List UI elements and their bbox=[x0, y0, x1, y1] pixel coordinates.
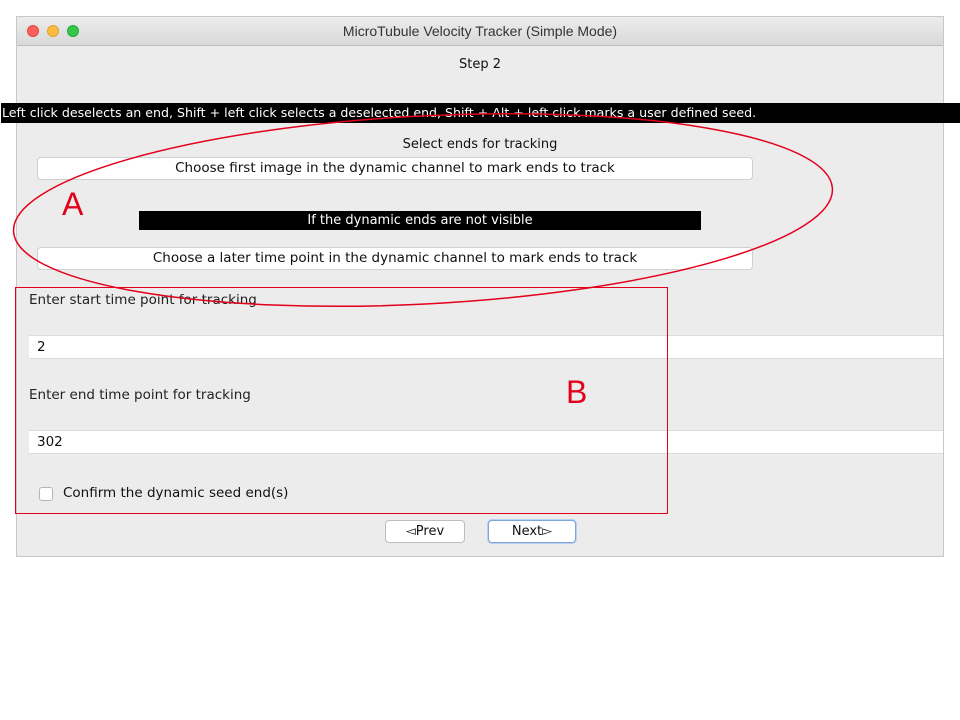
step-label: Step 2 bbox=[458, 57, 501, 72]
window-title: MicroTubule Velocity Tracker (Simple Mod… bbox=[342, 23, 618, 39]
choose-later-time-button[interactable]: Choose a later time point in the dynamic… bbox=[37, 247, 753, 270]
next-button[interactable]: Next▻ bbox=[488, 520, 576, 543]
title-bar[interactable]: MicroTubule Velocity Tracker (Simple Mod… bbox=[17, 17, 943, 46]
prev-button[interactable]: ◅Prev bbox=[385, 520, 465, 543]
choose-first-image-button[interactable]: Choose first image in the dynamic channe… bbox=[37, 157, 753, 180]
annotation-label-a: A bbox=[62, 186, 84, 222]
instruction-banner: Left click deselects an end, Shift + lef… bbox=[1, 103, 960, 123]
not-visible-note: If the dynamic ends are not visible bbox=[139, 211, 701, 230]
select-ends-heading: Select ends for tracking bbox=[402, 137, 558, 152]
instruction-text: Left click deselects an end, Shift + lef… bbox=[2, 105, 757, 120]
annotation-label-b: B bbox=[566, 374, 588, 410]
